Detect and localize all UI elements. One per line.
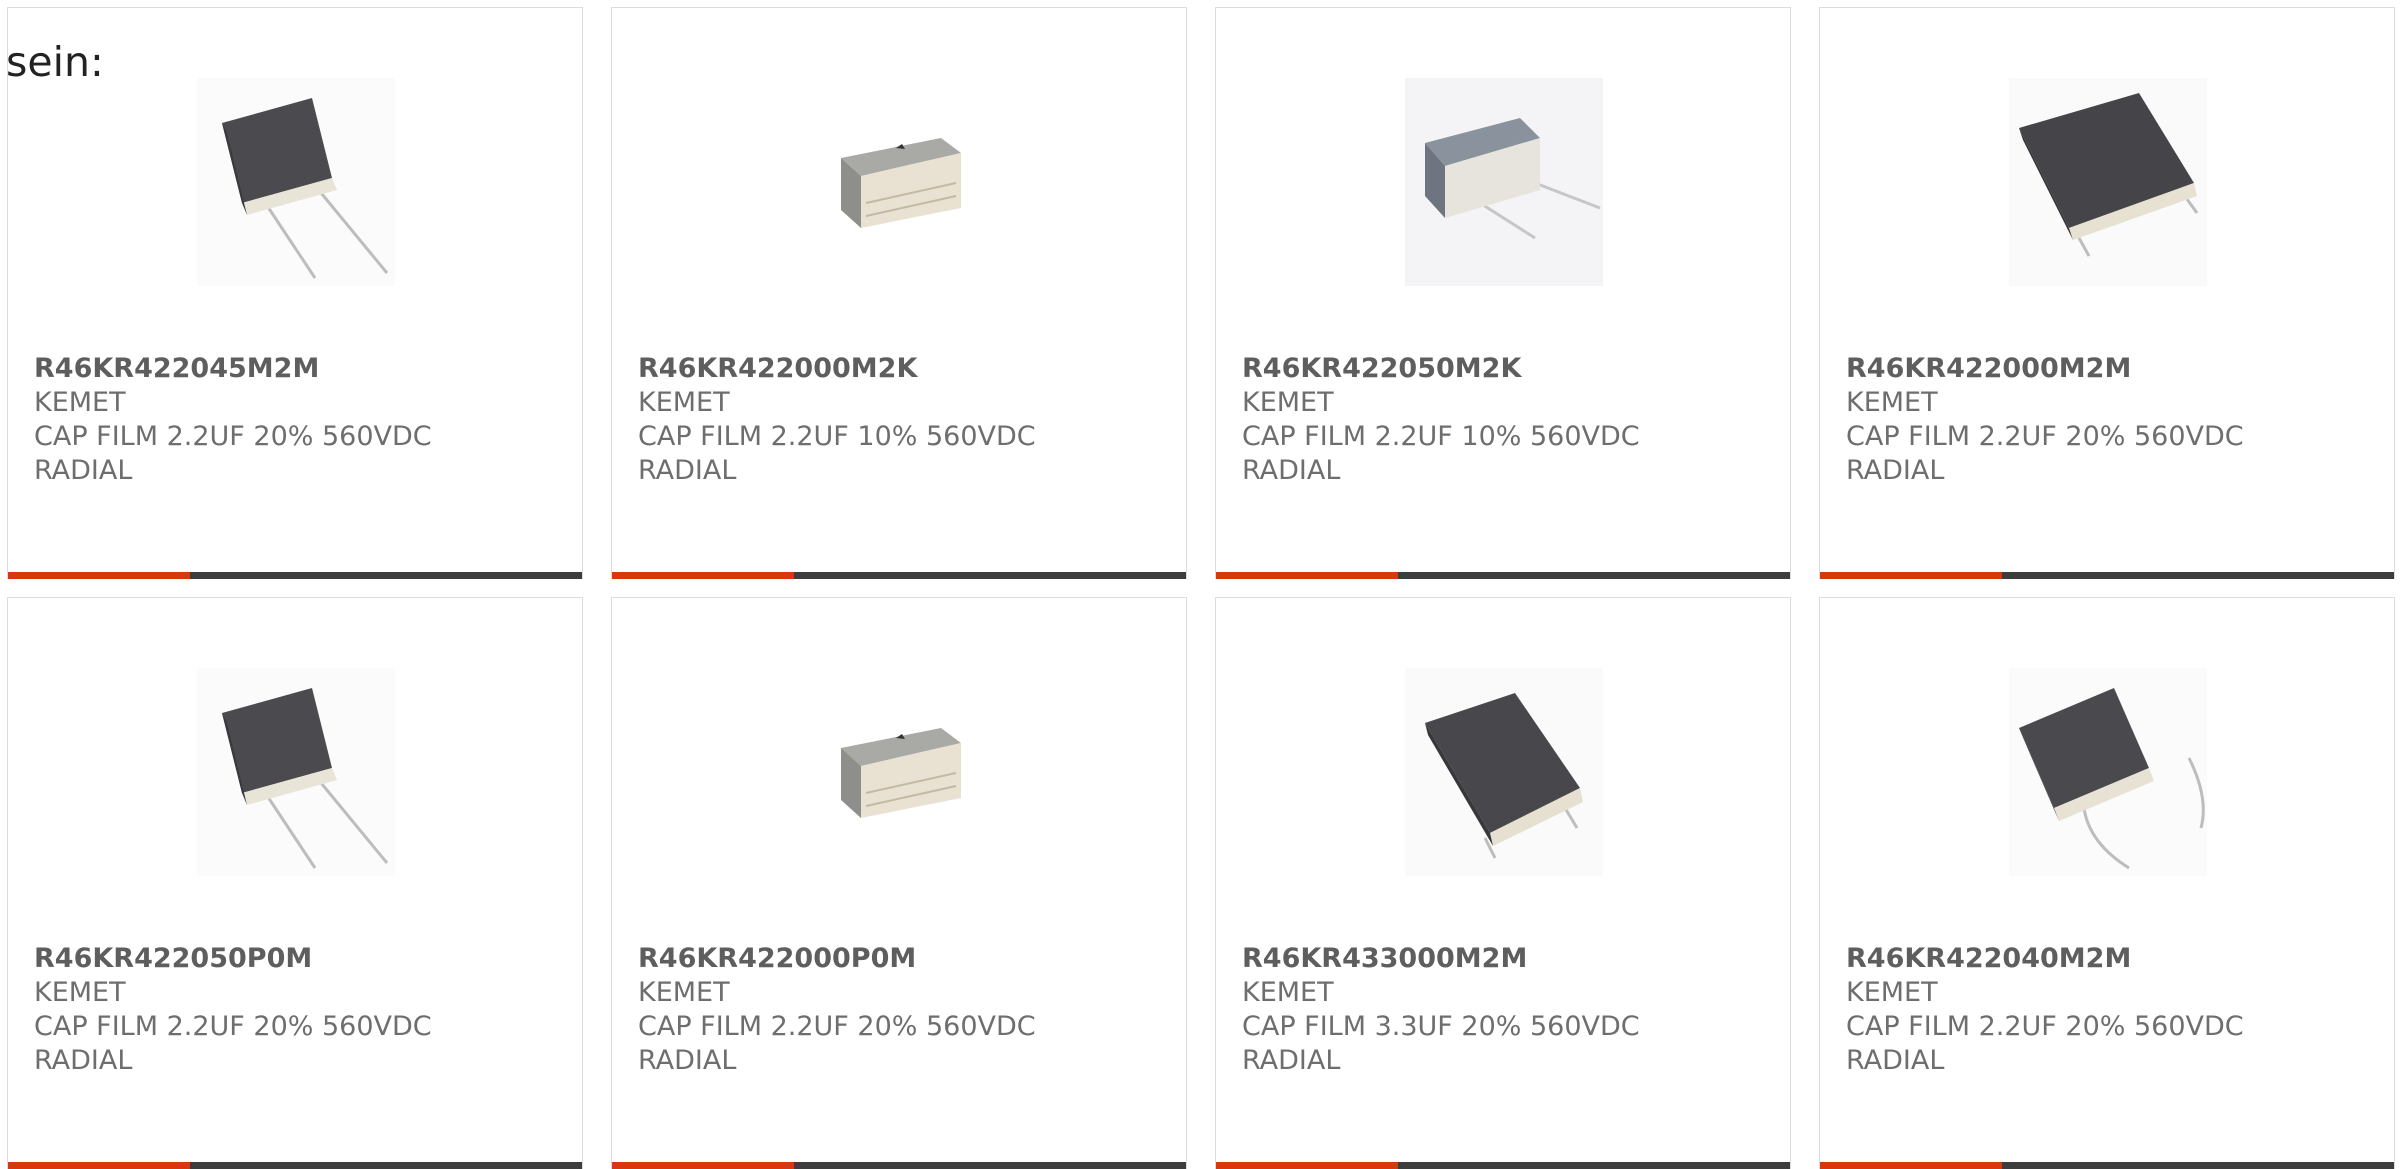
- part-number-link[interactable]: R46KR422050P0M: [34, 942, 432, 976]
- product-image[interactable]: [2009, 668, 2207, 876]
- part-number-link[interactable]: R46KR422000M2K: [638, 352, 1036, 386]
- package: RADIAL: [34, 1045, 133, 1076]
- part-number-link[interactable]: R46KR433000M2M: [1242, 942, 1640, 976]
- card-bar: [8, 1162, 582, 1169]
- part-number-link[interactable]: R46KR422040M2M: [1846, 942, 2244, 976]
- package: RADIAL: [638, 1045, 737, 1076]
- product-image[interactable]: [1405, 78, 1603, 286]
- product-card[interactable]: R46KR422040M2M KEMET CAP FILM 2.2UF 20% …: [1819, 597, 2395, 1169]
- package: RADIAL: [1846, 455, 1945, 486]
- card-bar-accent: [1216, 572, 1398, 579]
- card-bar: [1216, 572, 1790, 579]
- part-number-link[interactable]: R46KR422050M2K: [1242, 352, 1640, 386]
- manufacturer: KEMET: [638, 977, 730, 1008]
- product-card[interactable]: R46KR422050M2K KEMET CAP FILM 2.2UF 10% …: [1215, 7, 1791, 579]
- manufacturer: KEMET: [1242, 387, 1334, 418]
- product-image[interactable]: [197, 668, 395, 876]
- product-image[interactable]: [801, 78, 999, 286]
- manufacturer: KEMET: [34, 387, 126, 418]
- part-number-link[interactable]: R46KR422045M2M: [34, 352, 432, 386]
- product-image[interactable]: [2009, 78, 2207, 286]
- package: RADIAL: [1242, 455, 1341, 486]
- product-grid: R46KR422045M2M KEMET CAP FILM 2.2UF 20% …: [0, 0, 2400, 1169]
- description: CAP FILM 3.3UF 20% 560VDC: [1242, 1011, 1640, 1042]
- product-card[interactable]: R46KR422000M2K KEMET CAP FILM 2.2UF 10% …: [611, 7, 1187, 579]
- manufacturer: KEMET: [1242, 977, 1334, 1008]
- intro-text: sein:: [6, 38, 104, 86]
- card-bar: [612, 572, 1186, 579]
- card-bar: [612, 1162, 1186, 1169]
- card-bar: [1820, 572, 2394, 579]
- card-bar-accent: [612, 572, 794, 579]
- product-image[interactable]: [197, 78, 395, 286]
- card-bar: [1216, 1162, 1790, 1169]
- part-number-link[interactable]: R46KR422000P0M: [638, 942, 1036, 976]
- card-bar-accent: [8, 1162, 190, 1169]
- manufacturer: KEMET: [34, 977, 126, 1008]
- package: RADIAL: [1846, 1045, 1945, 1076]
- product-image[interactable]: [801, 668, 999, 876]
- manufacturer: KEMET: [1846, 387, 1938, 418]
- product-image[interactable]: [1405, 668, 1603, 876]
- manufacturer: KEMET: [1846, 977, 1938, 1008]
- manufacturer: KEMET: [638, 387, 730, 418]
- package: RADIAL: [34, 455, 133, 486]
- package: RADIAL: [1242, 1045, 1341, 1076]
- product-card[interactable]: R46KR422000P0M KEMET CAP FILM 2.2UF 20% …: [611, 597, 1187, 1169]
- description: CAP FILM 2.2UF 20% 560VDC: [34, 1011, 432, 1042]
- card-bar-accent: [1820, 1162, 2002, 1169]
- product-card[interactable]: R46KR422050P0M KEMET CAP FILM 2.2UF 20% …: [7, 597, 583, 1169]
- description: CAP FILM 2.2UF 20% 560VDC: [34, 421, 432, 452]
- description: CAP FILM 2.2UF 20% 560VDC: [1846, 1011, 2244, 1042]
- product-card[interactable]: R46KR433000M2M KEMET CAP FILM 3.3UF 20% …: [1215, 597, 1791, 1169]
- card-bar: [8, 572, 582, 579]
- description: CAP FILM 2.2UF 20% 560VDC: [638, 1011, 1036, 1042]
- description: CAP FILM 2.2UF 20% 560VDC: [1846, 421, 2244, 452]
- card-bar: [1820, 1162, 2394, 1169]
- description: CAP FILM 2.2UF 10% 560VDC: [1242, 421, 1640, 452]
- description: CAP FILM 2.2UF 10% 560VDC: [638, 421, 1036, 452]
- package: RADIAL: [638, 455, 737, 486]
- card-bar-accent: [1820, 572, 2002, 579]
- card-bar-accent: [612, 1162, 794, 1169]
- product-card[interactable]: R46KR422045M2M KEMET CAP FILM 2.2UF 20% …: [7, 7, 583, 579]
- product-card[interactable]: R46KR422000M2M KEMET CAP FILM 2.2UF 20% …: [1819, 7, 2395, 579]
- card-bar-accent: [8, 572, 190, 579]
- part-number-link[interactable]: R46KR422000M2M: [1846, 352, 2244, 386]
- card-bar-accent: [1216, 1162, 1398, 1169]
